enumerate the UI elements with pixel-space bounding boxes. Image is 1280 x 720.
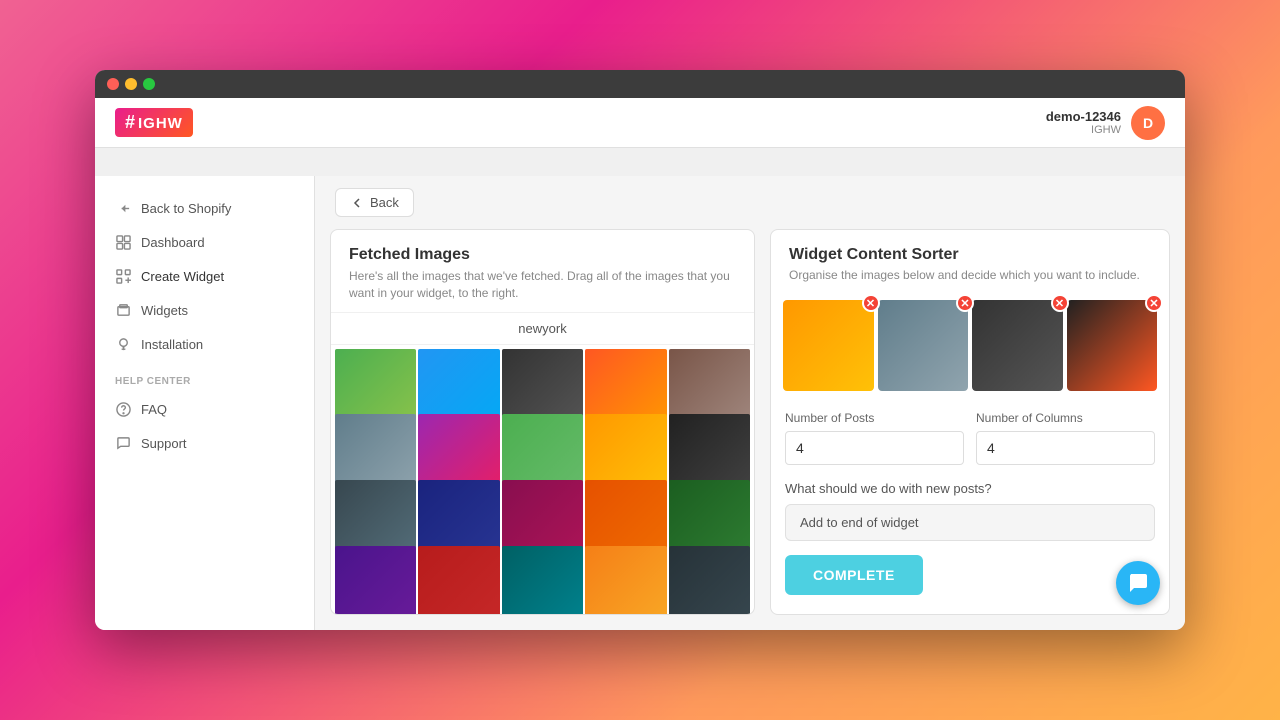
fetched-panel-title: Fetched Images (349, 246, 736, 264)
sorter-panel-title: Widget Content Sorter (789, 246, 1151, 264)
user-section: demo-12346 IGHW D (1046, 106, 1165, 140)
main-area: Back to Shopify Dashboard Create Widg (95, 176, 1185, 630)
sidebar-item-label: Dashboard (141, 235, 205, 250)
back-button-label: Back (370, 195, 399, 210)
app-window: #IGHW demo-12346 IGHW D Back to Shopify (95, 70, 1185, 630)
user-info: demo-12346 IGHW (1046, 109, 1121, 136)
selected-image-3[interactable]: ✕ (972, 300, 1063, 391)
back-bar: Back (315, 176, 1185, 229)
selected-image-bg (878, 300, 969, 391)
user-name: demo-12346 (1046, 109, 1121, 124)
close-button[interactable] (107, 78, 119, 90)
content-area: Back Fetched Images Here's all the image… (315, 176, 1185, 630)
number-of-posts-input[interactable] (785, 431, 964, 465)
selected-image-2[interactable]: ✕ (878, 300, 969, 391)
selected-image-bg (972, 300, 1063, 391)
list-item[interactable] (335, 546, 416, 614)
sidebar-item-label: Support (141, 436, 187, 451)
sidebar-item-label: Create Widget (141, 269, 224, 284)
sidebar-item-label: Back to Shopify (141, 201, 231, 216)
remove-image-button[interactable]: ✕ (862, 294, 880, 312)
sidebar-item-create-widget[interactable]: Create Widget (95, 259, 314, 293)
user-shop: IGHW (1046, 124, 1121, 136)
titlebar (95, 70, 1185, 98)
new-posts-option[interactable]: Add to end of widget (785, 504, 1155, 541)
selected-image-1[interactable]: ✕ (783, 300, 874, 391)
fetched-panel-desc: Here's all the images that we've fetched… (349, 268, 736, 302)
sidebar-item-label: FAQ (141, 402, 167, 417)
arrow-left-icon (115, 200, 131, 216)
sorter-panel: Widget Content Sorter Organise the image… (770, 229, 1170, 615)
logo: #IGHW (115, 108, 193, 137)
maximize-button[interactable] (143, 78, 155, 90)
sidebar: Back to Shopify Dashboard Create Widg (95, 176, 315, 630)
plus-grid-icon (115, 268, 131, 284)
panels: Fetched Images Here's all the images tha… (315, 229, 1185, 630)
number-of-posts-group: Number of Posts (785, 411, 964, 465)
number-of-posts-label: Number of Posts (785, 411, 964, 425)
list-item[interactable] (502, 546, 583, 614)
posts-columns-row: Number of Posts Number of Columns (785, 411, 1155, 465)
selected-image-4[interactable]: ✕ (1067, 300, 1158, 391)
sidebar-item-back-shopify[interactable]: Back to Shopify (95, 191, 314, 225)
tag-filter[interactable]: newyork (331, 312, 754, 345)
selected-image-bg (783, 300, 874, 391)
logo-box: #IGHW (115, 108, 193, 137)
back-button[interactable]: Back (335, 188, 414, 217)
chat-bubble-button[interactable] (1116, 561, 1160, 605)
minimize-button[interactable] (125, 78, 137, 90)
new-posts-section: What should we do with new posts? Add to… (785, 481, 1155, 541)
logo-text: IGHW (138, 115, 183, 132)
avatar[interactable]: D (1131, 106, 1165, 140)
sidebar-item-faq[interactable]: FAQ (95, 392, 314, 426)
list-item[interactable] (669, 546, 750, 614)
back-arrow-icon (350, 196, 364, 210)
complete-button[interactable]: COMPLETE (785, 555, 923, 595)
bulb-icon (115, 336, 131, 352)
layers-icon (115, 302, 131, 318)
sidebar-item-label: Widgets (141, 303, 188, 318)
fetched-image-grid (331, 345, 754, 614)
logo-hash-icon: # (125, 112, 136, 132)
help-center-label: HELP CENTER (95, 361, 314, 392)
list-item[interactable] (418, 546, 499, 614)
grid-icon (115, 234, 131, 250)
remove-image-button[interactable]: ✕ (956, 294, 974, 312)
selected-image-bg (1067, 300, 1158, 391)
chat-bubble-icon (1127, 572, 1149, 594)
sorter-panel-desc: Organise the images below and decide whi… (789, 268, 1151, 282)
sorter-panel-header: Widget Content Sorter Organise the image… (771, 230, 1169, 292)
question-icon (115, 401, 131, 417)
number-of-columns-label: Number of Columns (976, 411, 1155, 425)
sidebar-item-support[interactable]: Support (95, 426, 314, 460)
traffic-lights (107, 78, 155, 90)
list-item[interactable] (585, 546, 666, 614)
chat-support-icon (115, 435, 131, 451)
number-of-columns-input[interactable] (976, 431, 1155, 465)
remove-image-button[interactable]: ✕ (1145, 294, 1163, 312)
sidebar-item-widgets[interactable]: Widgets (95, 293, 314, 327)
remove-image-button[interactable]: ✕ (1051, 294, 1069, 312)
new-posts-label: What should we do with new posts? (785, 481, 1155, 496)
settings-section: Number of Posts Number of Columns What s… (771, 399, 1169, 615)
sidebar-item-dashboard[interactable]: Dashboard (95, 225, 314, 259)
number-of-columns-group: Number of Columns (976, 411, 1155, 465)
fetched-panel-header: Fetched Images Here's all the images tha… (331, 230, 754, 312)
sidebar-item-label: Installation (141, 337, 203, 352)
sidebar-item-installation[interactable]: Installation (95, 327, 314, 361)
fetched-images-panel: Fetched Images Here's all the images tha… (330, 229, 755, 615)
selected-images-grid: ✕ ✕ ✕ ✕ (771, 292, 1169, 399)
app-header: #IGHW demo-12346 IGHW D (95, 98, 1185, 148)
